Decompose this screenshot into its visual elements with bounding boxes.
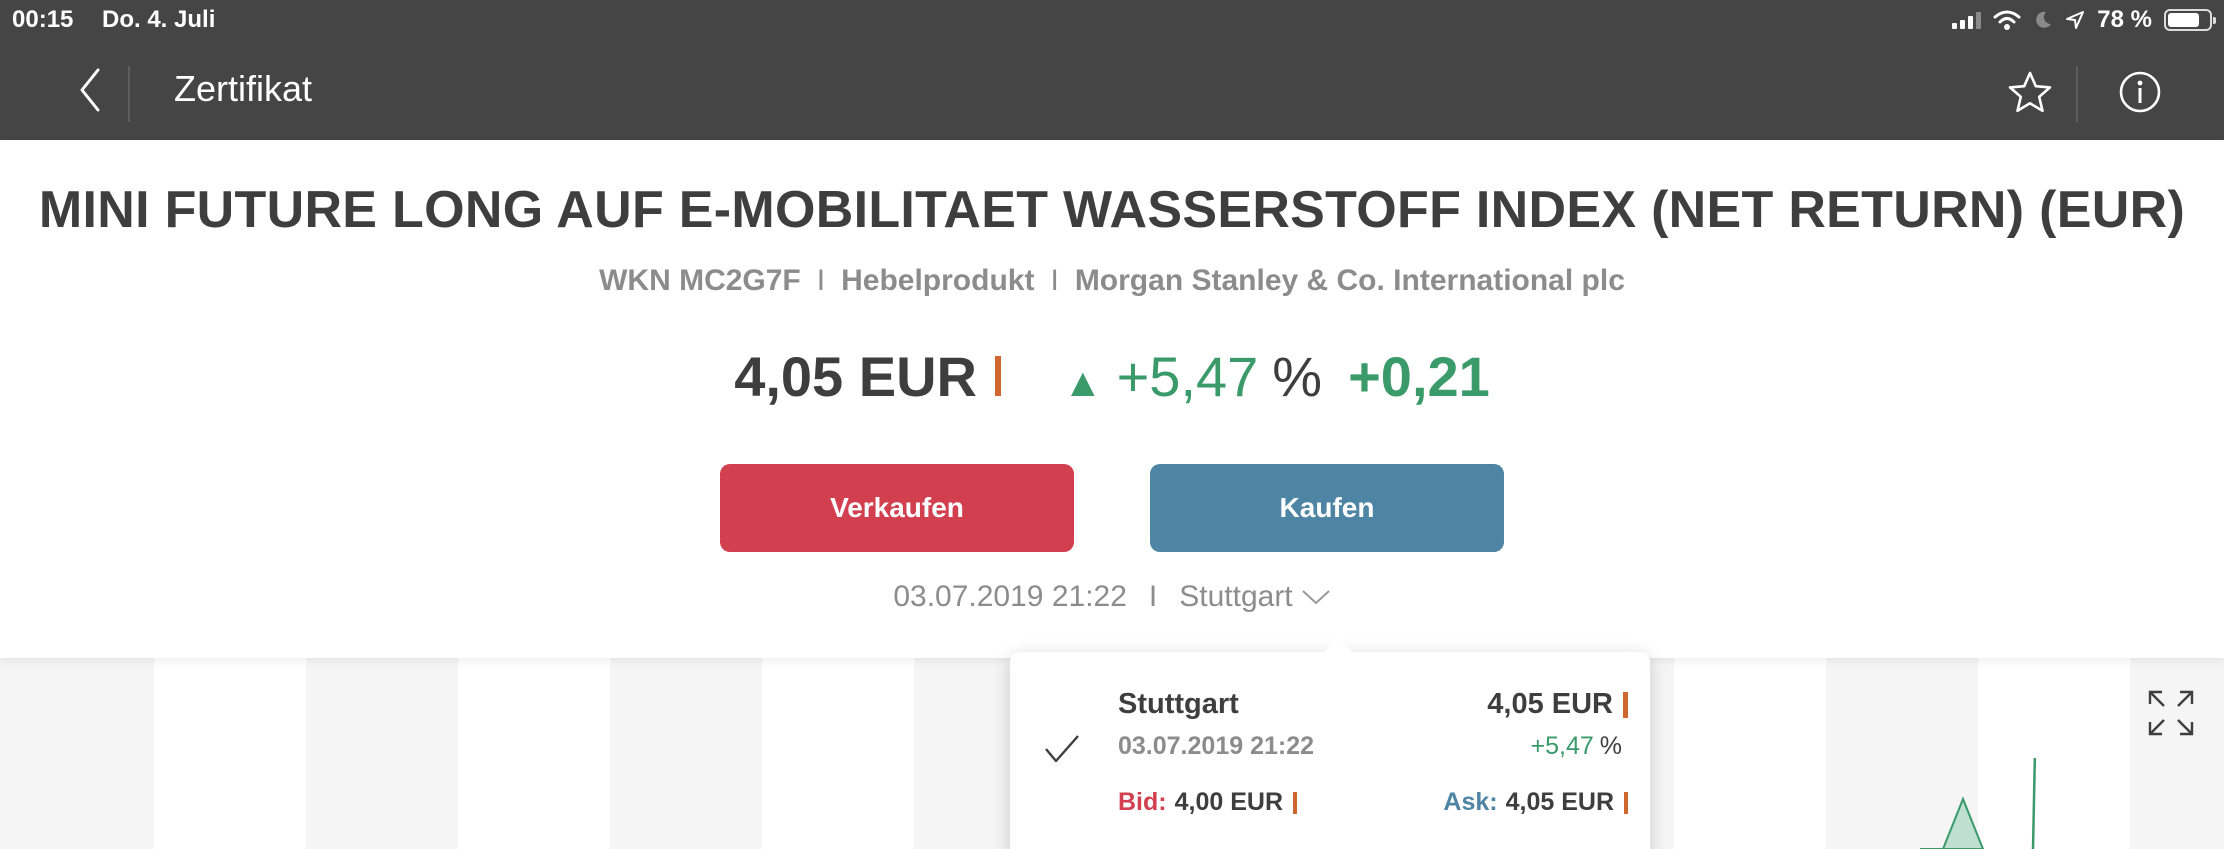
- product-type: Hebelprodukt: [841, 264, 1035, 297]
- chart-stripe: [762, 658, 914, 849]
- wkn-label: WKN MC2G7F: [599, 264, 801, 297]
- nav-bar: Zertifikat: [0, 40, 2224, 140]
- status-icons: 78 %: [1952, 6, 2216, 34]
- ask-label: Ask:: [1443, 788, 1498, 816]
- change-percent: +5,47: [1116, 345, 1259, 408]
- instrument-name: MINI FUTURE LONG AUF E-MOBILITAET WASSER…: [38, 181, 2186, 239]
- chevron-down-icon: [1301, 590, 1330, 604]
- signal-icon: [1952, 11, 1982, 29]
- current-price: 4,05 EUR: [734, 345, 977, 408]
- exchange-option-stuttgart[interactable]: Stuttgart 03.07.2019 21:22 4,05 EUR +5,4…: [1010, 652, 1650, 849]
- info-button[interactable]: [2112, 64, 2168, 120]
- issuer: Morgan Stanley & Co. International plc: [1074, 264, 1625, 297]
- option-price-value: 4,05 EUR: [1487, 688, 1613, 720]
- ask-quote: Ask: 4,05 EUR: [1443, 788, 1628, 817]
- battery-icon: [2164, 9, 2216, 31]
- chart-series: [1920, 758, 2037, 849]
- nav-divider: [2076, 66, 2078, 122]
- wifi-icon: [1993, 10, 2021, 30]
- percent-sign: %: [1599, 732, 1622, 760]
- location-arrow-icon: [2066, 11, 2085, 29]
- expand-icon[interactable]: [2146, 688, 2196, 738]
- status-time: 00:15: [12, 6, 74, 33]
- meta-separator: I: [1050, 264, 1059, 297]
- chart-stripe: [154, 658, 306, 849]
- chevron-left-icon: [80, 68, 100, 112]
- exchange-dropdown: Stuttgart 03.07.2019 21:22 4,05 EUR +5,4…: [1010, 638, 1650, 849]
- battery-percent: 78 %: [2097, 6, 2152, 33]
- status-bar: 00:15 Do. 4. Juli 78 %: [0, 0, 2224, 40]
- checkmark-icon: [1045, 735, 1079, 763]
- favorite-button[interactable]: [2002, 64, 2058, 120]
- realtime-marker: [1624, 791, 1628, 814]
- exchange-selector[interactable]: Stuttgart: [1179, 580, 1330, 614]
- realtime-marker: [1623, 691, 1628, 718]
- instrument-meta: WKN MC2G7F I Hebelprodukt I Morgan Stanley &…: [0, 264, 2224, 298]
- exchange-option-change: +5,47%: [1531, 732, 1623, 761]
- realtime-marker: [1293, 791, 1297, 814]
- exchange-option-price: 4,05 EUR: [1487, 688, 1628, 721]
- quote-timestamp: 03.07.2019 21:22: [893, 580, 1127, 613]
- buy-button[interactable]: Kaufen: [1150, 464, 1504, 552]
- status-date: Do. 4. Juli: [102, 6, 216, 33]
- moon-icon: [2036, 11, 2052, 28]
- bid-label: Bid:: [1118, 788, 1167, 816]
- realtime-marker: [995, 356, 1001, 396]
- up-triangle-icon: ▲: [1063, 361, 1103, 405]
- meta-separator: I: [816, 264, 826, 297]
- exchange-separator: I: [1148, 580, 1158, 613]
- instrument-header: MINI FUTURE LONG AUF E-MOBILITAET WASSER…: [0, 140, 2224, 658]
- chart-stripe: [458, 658, 610, 849]
- price-line: 4,05 EUR ▲ +5,47 % +0,21: [0, 344, 2224, 409]
- bid-quote: Bid: 4,00 EUR: [1118, 788, 1297, 817]
- nav-divider: [128, 66, 130, 122]
- star-icon: [2008, 71, 2052, 113]
- back-button[interactable]: [62, 62, 118, 118]
- option-change-value: +5,47: [1530, 732, 1594, 760]
- sell-button[interactable]: Verkaufen: [720, 464, 1074, 552]
- ask-value: 4,05 EUR: [1505, 788, 1614, 816]
- exchange-option-date: 03.07.2019 21:22: [1118, 732, 1315, 760]
- bid-value: 4,00 EUR: [1174, 788, 1283, 816]
- page-title: Zertifikat: [174, 68, 313, 109]
- info-icon: [2119, 71, 2161, 113]
- change-absolute: +0,21: [1348, 345, 1490, 408]
- chart-stripe: [1674, 658, 1826, 849]
- exchange-selected: Stuttgart: [1179, 580, 1293, 613]
- exchange-line: 03.07.2019 21:22 I Stuttgart: [0, 580, 2224, 614]
- exchange-option-name: Stuttgart: [1118, 688, 1239, 720]
- percent-sign: %: [1272, 345, 1323, 408]
